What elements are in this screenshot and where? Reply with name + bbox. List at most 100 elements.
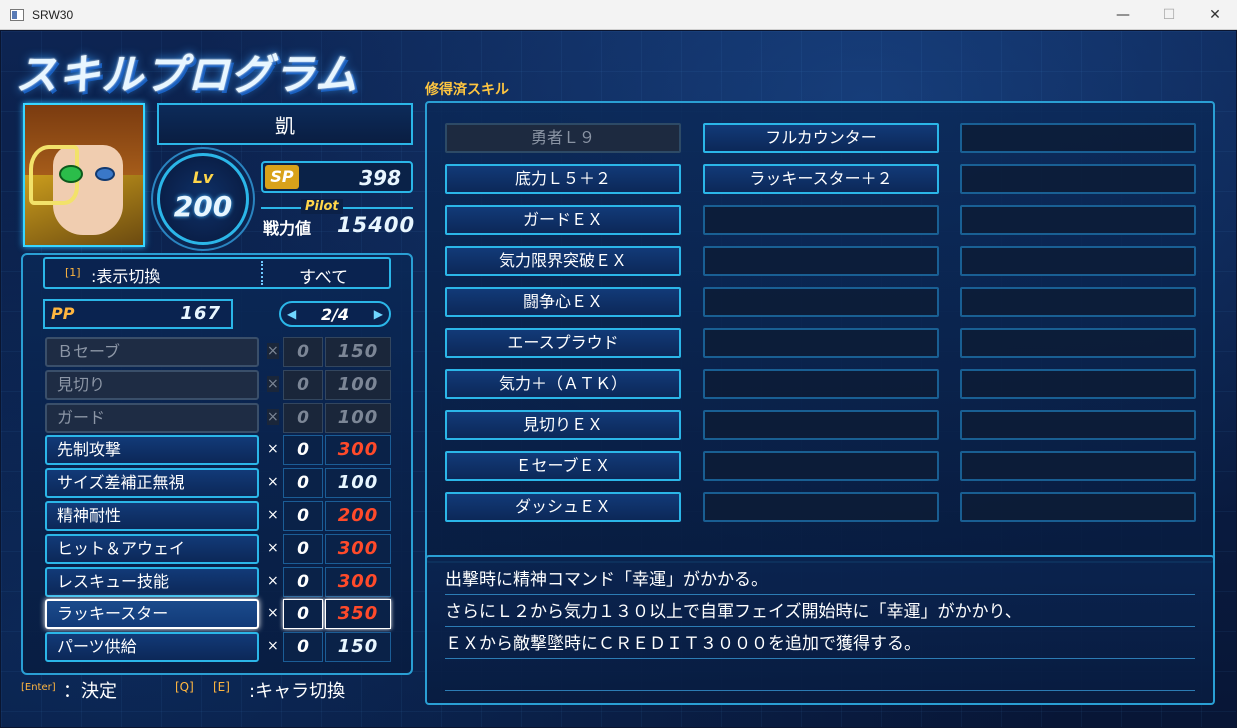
e-key: [E] [213, 680, 230, 694]
screen-title: スキルプログラム [15, 50, 358, 99]
toggle-separator [261, 261, 263, 285]
skill-count: 0 [283, 533, 323, 564]
learned-skill-empty-slot[interactable] [960, 451, 1196, 481]
skill-count: 0 [283, 566, 323, 597]
learned-skill[interactable]: エースプラウド [445, 328, 681, 358]
learned-skill[interactable]: 気力限界突破ＥＸ [445, 246, 681, 276]
description-panel: 出撃時に精神コマンド「幸運」がかかる。 さらにＬ２から気力１３０以上で自軍フェイ… [425, 555, 1215, 705]
multiply-sign: × [267, 474, 279, 491]
skill-name: 精神耐性 [45, 501, 259, 531]
learned-skills-title: 修得済スキル [425, 82, 509, 98]
skill-cost: 300 [325, 533, 391, 564]
skill-name: ガード [45, 402, 259, 433]
learned-skill[interactable]: 見切りＥＸ [445, 410, 681, 440]
minimize-button[interactable]: — [1100, 0, 1146, 30]
skill-row[interactable]: 見切り × 0 100 [45, 369, 391, 400]
learned-skill-empty-slot[interactable] [703, 369, 939, 399]
learned-skill-empty-slot[interactable] [960, 287, 1196, 317]
skill-cost: 200 [325, 501, 391, 531]
learned-skill[interactable]: 闘争心ＥＸ [445, 287, 681, 317]
description-line: 出撃時に精神コマンド「幸運」がかかる。 [445, 565, 1195, 595]
skill-row[interactable]: Ｂセーブ × 0 150 [45, 337, 391, 367]
window-titlebar: SRW30 — ☐ ✕ [0, 0, 1237, 30]
game-screen: スキルプログラム 凱 Lv 200 SP 398 Pilot 戦力値 15400… [1, 31, 1236, 727]
learned-skill-empty-slot[interactable] [960, 123, 1196, 153]
learned-skill[interactable]: ラッキースター＋２ [703, 164, 939, 194]
page-selector[interactable]: ◀ 2/4 ▶ [279, 301, 391, 327]
skill-name: ヒット＆アウェイ [45, 533, 259, 564]
learned-skill-empty-slot[interactable] [703, 451, 939, 481]
pilot-tag: Pilot [301, 199, 343, 214]
learned-skill-empty-slot[interactable] [703, 410, 939, 440]
skill-name: レスキュー技能 [45, 566, 259, 597]
switch-character-label: :キャラ切換 [249, 681, 346, 702]
learned-skill-empty-slot[interactable] [960, 410, 1196, 440]
multiply-sign: × [267, 375, 279, 392]
page-indicator: 2/4 [320, 304, 350, 324]
toggle-label: :表示切換 [91, 267, 161, 286]
learned-skill-empty-slot[interactable] [960, 246, 1196, 276]
multiply-sign: × [267, 605, 279, 622]
skill-row[interactable]: パーツ供給 × 0 150 [45, 632, 391, 663]
skill-count: 0 [283, 435, 323, 466]
skill-row[interactable]: 先制攻撃 × 0 300 [45, 435, 391, 466]
skill-count: 0 [283, 632, 323, 663]
power-label: 戦力値 [263, 219, 312, 238]
multiply-sign: × [267, 507, 279, 523]
learned-skill[interactable]: 勇者Ｌ９ [445, 123, 681, 153]
learned-skill-empty-slot[interactable] [703, 205, 939, 235]
skill-name: 先制攻撃 [45, 435, 259, 466]
q-key: [Q] [175, 680, 194, 694]
skill-cost: 300 [325, 566, 391, 597]
skill-name: パーツ供給 [45, 632, 259, 663]
skill-name: Ｂセーブ [45, 337, 259, 367]
level-label: Lv [192, 168, 214, 187]
power-value: 15400 [337, 213, 416, 237]
learned-skill-empty-slot[interactable] [960, 328, 1196, 358]
learned-skill-empty-slot[interactable] [703, 246, 939, 276]
pp-value: 167 [180, 303, 221, 324]
skill-cost: 150 [325, 337, 391, 367]
pp-box: PP 167 [43, 299, 233, 329]
close-button[interactable]: ✕ [1192, 0, 1237, 30]
learned-skill-empty-slot[interactable] [960, 205, 1196, 235]
sp-value: 398 [359, 166, 401, 190]
window-title: SRW30 [32, 7, 74, 22]
sp-label: SP [265, 165, 299, 189]
maximize-button[interactable]: ☐ [1146, 0, 1192, 30]
learned-skill-empty-slot[interactable] [703, 492, 939, 522]
learned-skill-empty-slot[interactable] [703, 328, 939, 358]
next-page-icon[interactable]: ▶ [374, 307, 383, 321]
multiply-sign: × [267, 572, 279, 589]
enter-key: [Enter] [21, 682, 56, 693]
skill-name: 見切り [45, 369, 259, 400]
learned-skill[interactable]: ガードＥＸ [445, 205, 681, 235]
confirm-label: ：決定 [63, 681, 117, 702]
learned-skill[interactable]: 底力Ｌ５＋２ [445, 164, 681, 194]
skill-count: 0 [283, 337, 323, 367]
skill-row[interactable]: サイズ差補正無視 × 0 100 [45, 468, 391, 499]
learned-skill[interactable]: ダッシュＥＸ [445, 492, 681, 522]
description-line: ＥＸから敵撃墜時にＣＲＥＤＩＴ３０００を追加で獲得する。 [445, 629, 1195, 659]
pilot-name: 凱 [157, 103, 413, 145]
app-icon [10, 8, 24, 21]
skill-row[interactable]: ガード × 0 100 [45, 402, 391, 433]
skill-row[interactable]: 精神耐性 × 0 200 [45, 501, 391, 531]
learned-skill-empty-slot[interactable] [960, 369, 1196, 399]
pilot-portrait [23, 103, 145, 247]
learned-skill-empty-slot[interactable] [960, 492, 1196, 522]
learned-skill-empty-slot[interactable] [960, 164, 1196, 194]
multiply-sign: × [267, 408, 279, 425]
prev-page-icon[interactable]: ◀ [287, 307, 296, 321]
learned-skill[interactable]: ＥセーブＥＸ [445, 451, 681, 481]
skill-row[interactable]: ラッキースター × 0 350 [45, 599, 391, 630]
description-line [445, 661, 1195, 691]
learned-skill[interactable]: 気力＋（ＡＴＫ） [445, 369, 681, 399]
skill-name: ラッキースター [45, 599, 259, 630]
learned-skill[interactable]: フルカウンター [703, 123, 939, 153]
skill-row[interactable]: ヒット＆アウェイ × 0 300 [45, 533, 391, 564]
toggle-key: [1] [65, 266, 81, 279]
skill-row[interactable]: レスキュー技能 × 0 300 [45, 566, 391, 597]
display-toggle[interactable]: [1] :表示切換 すべて [43, 257, 391, 289]
learned-skill-empty-slot[interactable] [703, 287, 939, 317]
